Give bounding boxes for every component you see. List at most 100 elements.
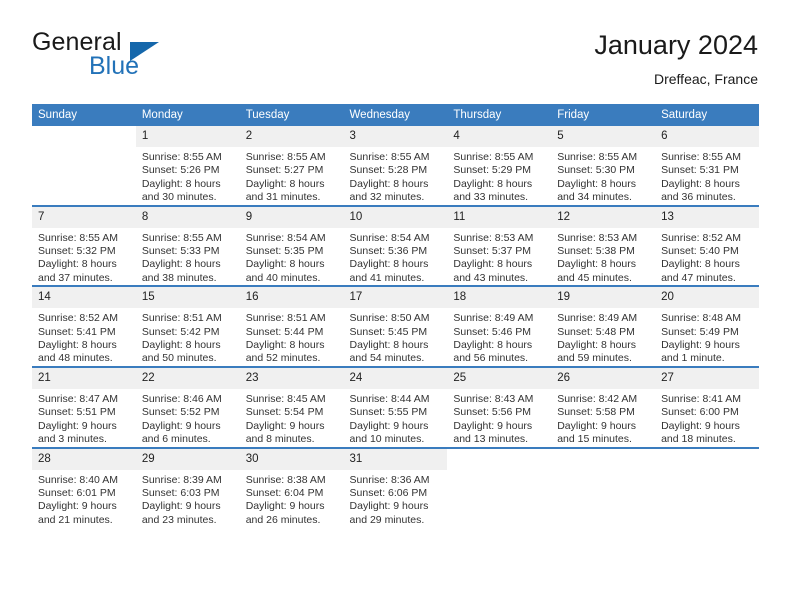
day-number xyxy=(447,448,552,470)
calendar-day-cell[interactable]: 7 Sunrise: 8:55 AM Sunset: 5:32 PM Daylight… xyxy=(32,204,136,287)
calendar-day-cell[interactable]: 9 Sunrise: 8:54 AM Sunset: 5:35 PM Daylight… xyxy=(239,204,344,287)
daylight-text-line2: and 18 minutes. xyxy=(661,433,736,446)
day-number: 5 xyxy=(551,126,656,147)
daylight-text-line1: Daylight: 8 hours xyxy=(661,177,740,190)
general-blue-logo[interactable]: General Blue xyxy=(32,28,232,90)
calendar-cell-empty xyxy=(447,446,552,528)
day-number: 31 xyxy=(343,448,448,470)
sunset-text: Sunset: 6:06 PM xyxy=(349,486,428,499)
day-details: Sunrise: 8:55 AM Sunset: 5:30 PM Daylight:… xyxy=(551,147,655,205)
daylight-text-line2: and 6 minutes. xyxy=(141,433,211,446)
day-number: 18 xyxy=(447,287,552,309)
daylight-text-line2: and 26 minutes. xyxy=(245,513,321,526)
daylight-text-line1: Daylight: 9 hours xyxy=(661,339,740,352)
sunrise-text: Sunrise: 8:51 AM xyxy=(141,312,222,325)
daylight-text-line1: Daylight: 9 hours xyxy=(38,419,117,432)
day-number: 27 xyxy=(655,367,759,389)
day-number: 2 xyxy=(239,126,344,147)
calendar-day-cell[interactable]: 3 Sunrise: 8:55 AM Sunset: 5:28 PM Daylight… xyxy=(343,126,448,206)
calendar-day-cell[interactable]: 30 Sunrise: 8:38 AM Sunset: 6:04 PM Dayligh… xyxy=(239,446,344,528)
daylight-text-line1: Daylight: 9 hours xyxy=(557,419,637,432)
day-number: 29 xyxy=(135,448,240,470)
calendar-day-cell[interactable]: 13 Sunrise: 8:52 AM Sunset: 5:40 PM Dayligh… xyxy=(655,204,759,287)
calendar-week-row: 1 Sunrise: 8:55 AM Sunset: 5:26 PM Daylight… xyxy=(32,126,759,206)
day-details: Sunrise: 8:48 AM Sunset: 5:49 PM Daylight:… xyxy=(655,308,759,366)
daylight-text-line2: and 10 minutes. xyxy=(349,433,425,446)
daylight-text-line2: and 29 minutes. xyxy=(349,513,425,526)
daylight-text-line1: Daylight: 8 hours xyxy=(349,258,429,271)
sunset-text: Sunset: 5:29 PM xyxy=(453,164,532,177)
sunset-text: Sunset: 6:04 PM xyxy=(245,486,324,499)
day-number xyxy=(655,448,759,470)
sunrise-text: Sunrise: 8:44 AM xyxy=(349,392,430,405)
daylight-text-line1: Daylight: 8 hours xyxy=(557,177,637,190)
daylight-text-line1: Daylight: 9 hours xyxy=(141,419,221,432)
calendar-cell-empty xyxy=(655,446,759,528)
calendar-day-cell[interactable]: 28 Sunrise: 8:40 AM Sunset: 6:01 PM Dayligh… xyxy=(32,446,136,528)
calendar-day-cell[interactable]: 10 Sunrise: 8:54 AM Sunset: 5:36 PM Dayligh… xyxy=(343,204,448,287)
calendar-day-cell[interactable]: 5 Sunrise: 8:55 AM Sunset: 5:30 PM Daylight… xyxy=(551,126,656,206)
daylight-text-line2: and 36 minutes. xyxy=(661,191,736,204)
day-details: Sunrise: 8:55 AM Sunset: 5:28 PM Daylight:… xyxy=(344,147,448,205)
calendar-header-row: Sunday Monday Tuesday Wednesday Thursday Frid… xyxy=(32,104,759,126)
calendar-day-cell[interactable]: 27 Sunrise: 8:41 AM Sunset: 6:00 PM Dayligh… xyxy=(655,365,759,448)
calendar-day-cell[interactable]: 18 Sunrise: 8:49 AM Sunset: 5:46 PM Dayligh… xyxy=(447,285,552,367)
calendar-day-cell[interactable]: 2 Sunrise: 8:55 AM Sunset: 5:27 PM Daylight… xyxy=(239,126,344,206)
calendar-day-cell[interactable]: 16 Sunrise: 8:51 AM Sunset: 5:44 PM Dayligh… xyxy=(239,285,344,367)
day-number: 9 xyxy=(239,206,344,228)
daylight-text-line1: Daylight: 8 hours xyxy=(38,339,117,352)
calendar-day-cell[interactable]: 1 Sunrise: 8:55 AM Sunset: 5:26 PM Daylight… xyxy=(135,126,240,206)
calendar-day-cell[interactable]: 26 Sunrise: 8:42 AM Sunset: 5:58 PM Dayligh… xyxy=(551,365,656,448)
day-details: Sunrise: 8:53 AM Sunset: 5:37 PM Daylight:… xyxy=(447,228,551,286)
daylight-text-line2: and 21 minutes. xyxy=(38,513,113,526)
sunset-text: Sunset: 5:32 PM xyxy=(38,245,116,258)
day-details: Sunrise: 8:51 AM Sunset: 5:42 PM Daylight:… xyxy=(136,308,240,366)
day-number: 11 xyxy=(447,206,552,228)
calendar-day-cell[interactable]: 21 Sunrise: 8:47 AM Sunset: 5:51 PM Dayligh… xyxy=(32,365,136,448)
calendar-day-cell[interactable]: 31 Sunrise: 8:36 AM Sunset: 6:06 PM Dayligh… xyxy=(343,446,448,528)
daylight-text-line1: Daylight: 8 hours xyxy=(349,339,429,352)
daylight-text-line1: Daylight: 8 hours xyxy=(245,339,325,352)
day-details: Sunrise: 8:55 AM Sunset: 5:31 PM Daylight:… xyxy=(655,147,759,205)
daylight-text-line1: Daylight: 8 hours xyxy=(661,258,740,271)
sunset-text: Sunset: 5:31 PM xyxy=(661,164,739,177)
calendar-container: Sunday Monday Tuesday Wednesday Thursday Frid… xyxy=(32,104,759,528)
daylight-text-line2: and 32 minutes. xyxy=(349,191,425,204)
weekday-header-monday: Monday xyxy=(135,104,240,126)
calendar-day-cell[interactable]: 29 Sunrise: 8:39 AM Sunset: 6:03 PM Dayligh… xyxy=(135,446,240,528)
day-number: 26 xyxy=(551,367,656,389)
calendar-day-cell[interactable]: 6 Sunrise: 8:55 AM Sunset: 5:31 PM Daylight… xyxy=(655,126,759,206)
sunset-text: Sunset: 5:55 PM xyxy=(349,406,428,419)
daylight-text-line2: and 40 minutes. xyxy=(245,271,321,284)
day-details: Sunrise: 8:44 AM Sunset: 5:55 PM Daylight:… xyxy=(344,389,448,447)
calendar-day-cell[interactable]: 11 Sunrise: 8:53 AM Sunset: 5:37 PM Dayligh… xyxy=(447,204,552,287)
sunrise-text: Sunrise: 8:51 AM xyxy=(245,312,326,325)
daylight-text-line2: and 59 minutes. xyxy=(557,352,632,365)
sunset-text: Sunset: 5:46 PM xyxy=(453,325,532,338)
calendar-day-cell[interactable]: 20 Sunrise: 8:48 AM Sunset: 5:49 PM Dayligh… xyxy=(655,285,759,367)
calendar-day-cell[interactable]: 17 Sunrise: 8:50 AM Sunset: 5:45 PM Dayligh… xyxy=(343,285,448,367)
calendar-day-cell[interactable]: 23 Sunrise: 8:45 AM Sunset: 5:54 PM Dayligh… xyxy=(239,365,344,448)
sunset-text: Sunset: 5:37 PM xyxy=(453,245,532,258)
calendar-day-cell[interactable]: 14 Sunrise: 8:52 AM Sunset: 5:41 PM Dayligh… xyxy=(32,285,136,367)
day-number: 28 xyxy=(32,448,136,470)
logo-text-blue: Blue xyxy=(89,52,140,80)
calendar-day-cell[interactable]: 19 Sunrise: 8:49 AM Sunset: 5:48 PM Dayligh… xyxy=(551,285,656,367)
sunrise-text: Sunrise: 8:55 AM xyxy=(349,151,430,163)
calendar-day-cell[interactable]: 15 Sunrise: 8:51 AM Sunset: 5:42 PM Dayligh… xyxy=(135,285,240,367)
day-details: Sunrise: 8:55 AM Sunset: 5:29 PM Daylight:… xyxy=(447,147,551,205)
calendar-day-cell[interactable]: 4 Sunrise: 8:55 AM Sunset: 5:29 PM Daylight… xyxy=(447,126,552,206)
sunrise-text: Sunrise: 8:55 AM xyxy=(453,151,534,163)
day-number xyxy=(551,448,656,470)
daylight-text-line2: and 52 minutes. xyxy=(245,352,321,365)
weekday-header-saturday: Saturday xyxy=(655,104,759,126)
calendar-day-cell[interactable]: 24 Sunrise: 8:44 AM Sunset: 5:55 PM Dayligh… xyxy=(343,365,448,448)
day-details: Sunrise: 8:55 AM Sunset: 5:33 PM Daylight:… xyxy=(136,228,240,286)
calendar-day-cell[interactable]: 12 Sunrise: 8:53 AM Sunset: 5:38 PM Dayligh… xyxy=(551,204,656,287)
sunrise-text: Sunrise: 8:36 AM xyxy=(349,473,430,486)
daylight-text-line1: Daylight: 8 hours xyxy=(141,258,221,271)
sunset-text: Sunset: 6:01 PM xyxy=(38,486,116,499)
calendar-day-cell[interactable]: 8 Sunrise: 8:55 AM Sunset: 5:33 PM Daylight… xyxy=(135,204,240,287)
calendar-day-cell[interactable]: 25 Sunrise: 8:43 AM Sunset: 5:56 PM Dayligh… xyxy=(447,365,552,448)
calendar-day-cell[interactable]: 22 Sunrise: 8:46 AM Sunset: 5:52 PM Dayligh… xyxy=(135,365,240,448)
